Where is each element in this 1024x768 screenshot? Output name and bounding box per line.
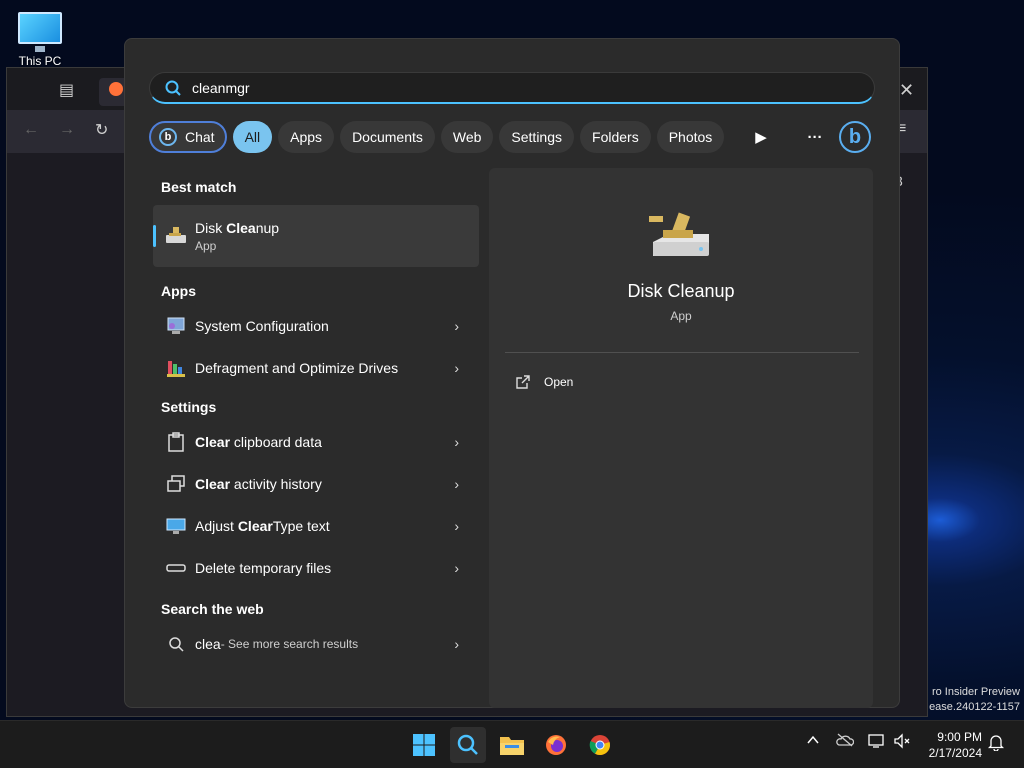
drive-icon — [165, 557, 187, 579]
system-clock[interactable]: 9:00 PM 2/17/2024 — [929, 729, 982, 761]
setting-label: Clear clipboard data — [195, 434, 322, 450]
web-query: clea — [195, 636, 221, 652]
filter-chat-label: Chat — [185, 129, 215, 145]
app-label: Defragment and Optimize Drives — [195, 360, 399, 376]
app-defragment[interactable]: Defragment and Optimize Drives › — [153, 347, 479, 389]
chevron-right-icon[interactable]: › — [454, 476, 459, 492]
network-icon[interactable] — [868, 733, 886, 752]
section-best-match: Best match — [161, 179, 237, 195]
app-label: System Configuration — [195, 318, 329, 334]
taskbar: 9:00 PM 2/17/2024 — [0, 720, 1024, 768]
chevron-right-icon[interactable]: › — [454, 434, 459, 450]
disk-cleanup-large-icon — [649, 212, 709, 256]
web-search-result[interactable]: clea - See more search results › — [153, 623, 479, 665]
firefox-button[interactable] — [538, 727, 574, 763]
system-configuration-icon — [165, 315, 187, 337]
disk-cleanup-icon — [165, 225, 187, 247]
clipboard-icon — [165, 431, 187, 453]
filter-apps[interactable]: Apps — [278, 121, 335, 153]
filter-chat[interactable]: b Chat — [149, 121, 227, 153]
forward-icon[interactable]: → — [59, 121, 75, 139]
chevron-up-icon[interactable] — [806, 733, 820, 750]
best-match-subtitle: App — [195, 238, 217, 253]
filter-all[interactable]: All — [232, 121, 273, 153]
folder-icon — [500, 737, 524, 755]
chrome-icon — [589, 735, 610, 756]
desktop-icon-label: This PC — [18, 54, 62, 68]
bing-icon[interactable]: b — [839, 121, 871, 153]
section-apps: Apps — [161, 283, 196, 299]
search-panel: b Chat All Apps Documents Web Settings F… — [124, 38, 900, 708]
section-search-web: Search the web — [161, 601, 264, 617]
section-settings: Settings — [161, 399, 217, 415]
preview-title: Disk Cleanup — [627, 281, 735, 301]
watermark-line-2: ease.240122-1157 — [929, 701, 1020, 713]
notification-bell-icon[interactable] — [987, 733, 1005, 754]
activity-history-icon — [165, 473, 187, 495]
windows-logo-icon — [413, 734, 435, 756]
preview-pane: Disk Cleanup App Open — [489, 168, 873, 708]
start-button[interactable] — [406, 727, 442, 763]
more-filters-play-icon[interactable]: ▶ — [745, 121, 777, 153]
best-match-title: Disk Cleanup — [195, 219, 280, 236]
setting-delete-temp-files[interactable]: Delete temporary files › — [153, 547, 479, 589]
setting-label: Adjust ClearType text — [195, 518, 330, 534]
open-external-icon — [516, 375, 530, 389]
watermark-line-1: ro Insider Preview — [931, 686, 1020, 698]
tab-list-icon[interactable]: ▤ — [59, 80, 74, 100]
chevron-right-icon[interactable]: › — [454, 518, 459, 534]
web-sub-label: - See more search results — [220, 637, 359, 651]
results-list: Best match Disk Cleanup App Apps System … — [153, 169, 479, 665]
open-action-label: Open — [544, 375, 574, 389]
clock-date: 2/17/2024 — [928, 746, 982, 760]
preview-subtitle: App — [670, 309, 692, 323]
chevron-right-icon[interactable]: › — [454, 318, 459, 334]
more-options-icon[interactable]: ··· — [799, 121, 831, 153]
filter-bar: b Chat All Apps Documents Web Settings F… — [149, 121, 730, 153]
reload-icon[interactable]: ↻ — [95, 120, 108, 140]
insider-watermark: ro Insider Preview ease.240122-1157 — [929, 685, 1020, 715]
search-icon — [457, 734, 478, 755]
bing-chat-icon: b — [159, 128, 177, 146]
setting-clear-clipboard[interactable]: Clear clipboard data › — [153, 421, 479, 463]
firefox-tab-icon — [109, 82, 123, 96]
filter-settings[interactable]: Settings — [499, 121, 575, 153]
app-system-configuration[interactable]: System Configuration › — [153, 305, 479, 347]
chrome-button[interactable] — [582, 727, 618, 763]
web-search-icon — [165, 633, 187, 655]
volume-muted-icon[interactable] — [894, 733, 912, 752]
preview-divider — [505, 352, 859, 353]
onedrive-icon[interactable] — [836, 733, 855, 750]
open-action[interactable]: Open — [515, 374, 573, 390]
back-icon[interactable]: ← — [23, 121, 39, 139]
filter-photos[interactable]: Photos — [656, 121, 725, 153]
setting-cleartype[interactable]: Adjust ClearType text › — [153, 505, 479, 547]
monitor-icon — [18, 12, 62, 52]
clock-time: 9:00 PM — [937, 730, 982, 744]
taskbar-search-button[interactable] — [450, 727, 486, 763]
defragment-icon — [165, 357, 187, 379]
search-input[interactable] — [192, 79, 792, 96]
file-explorer-button[interactable] — [494, 727, 530, 763]
chevron-right-icon[interactable]: › — [454, 560, 459, 576]
cleartype-monitor-icon — [165, 515, 187, 537]
search-box[interactable] — [149, 72, 875, 104]
this-pc-desktop-icon[interactable]: This PC — [10, 8, 70, 68]
filter-folders[interactable]: Folders — [580, 121, 651, 153]
setting-clear-activity[interactable]: Clear activity history › — [153, 463, 479, 505]
firefox-icon — [546, 735, 566, 755]
search-icon — [165, 80, 181, 96]
filter-web[interactable]: Web — [440, 121, 494, 153]
setting-label: Clear activity history — [195, 476, 322, 492]
best-match-disk-cleanup[interactable]: Disk Cleanup App — [153, 205, 479, 267]
filter-documents[interactable]: Documents — [340, 121, 435, 153]
browser-close-icon[interactable]: ✕ — [899, 80, 914, 101]
chevron-right-icon[interactable]: › — [454, 360, 459, 376]
chevron-right-icon[interactable]: › — [454, 636, 459, 652]
setting-label: Delete temporary files — [195, 560, 332, 576]
